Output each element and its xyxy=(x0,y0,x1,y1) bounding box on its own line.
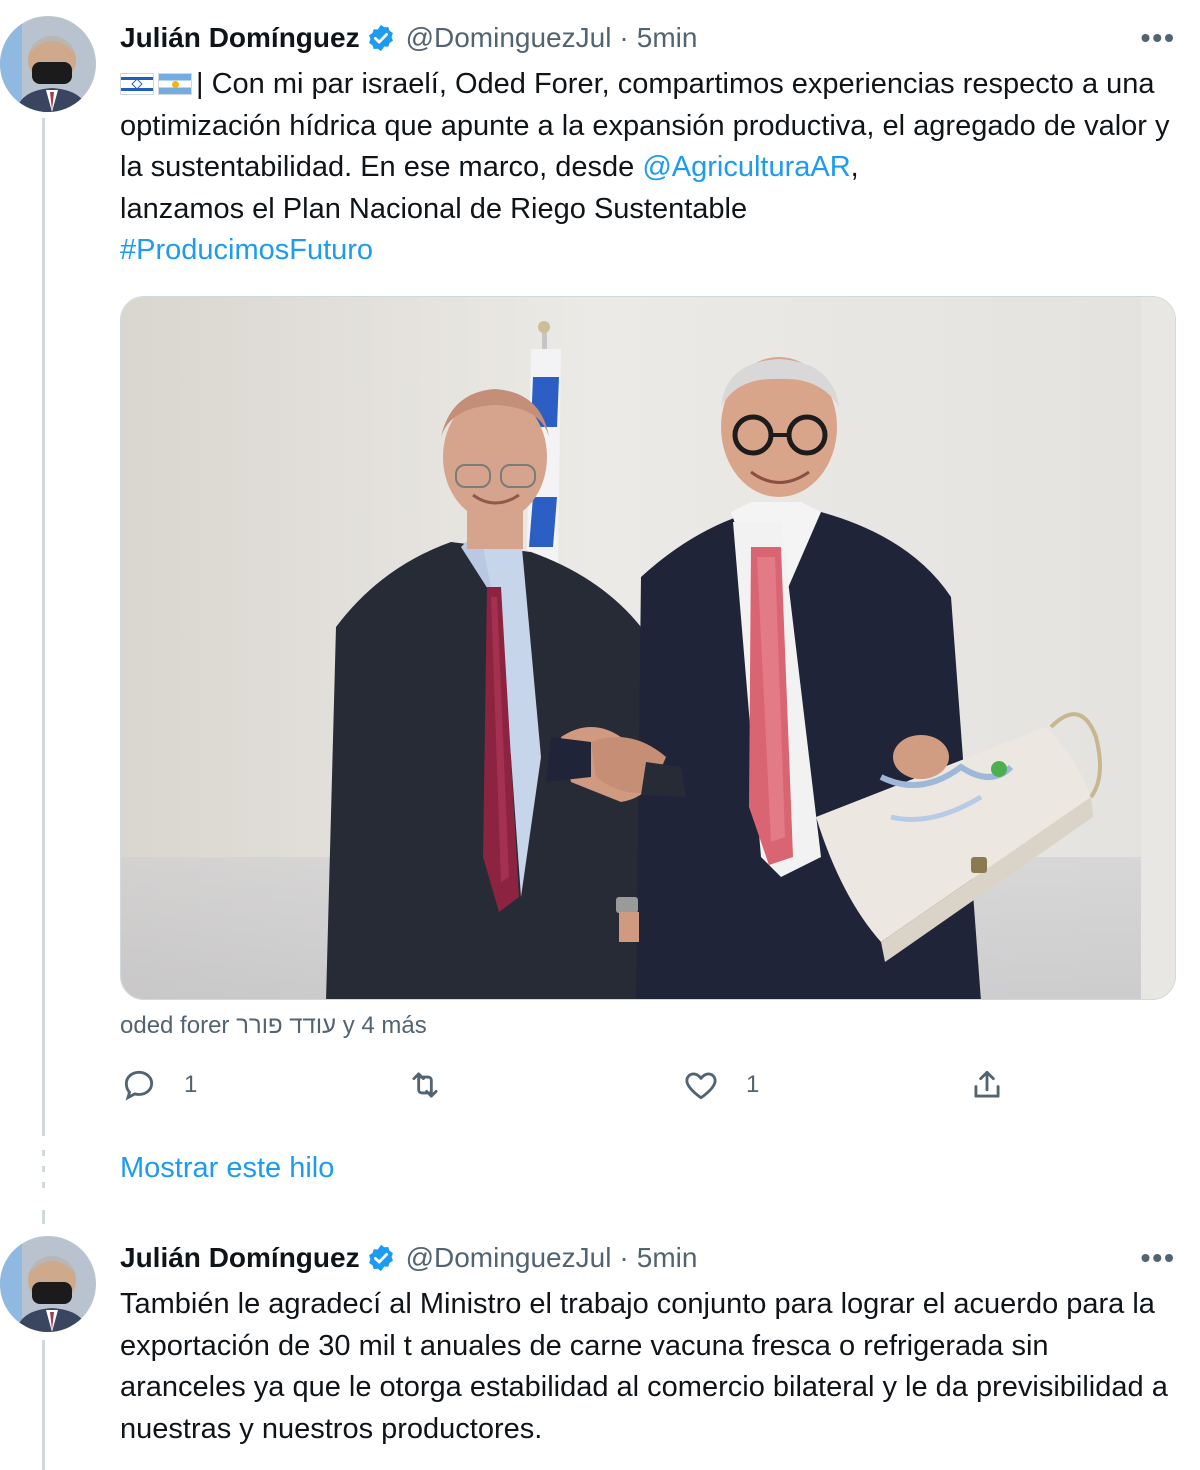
tweet-text-line: lanzamos el Plan Nacional de Riego Suste… xyxy=(120,192,748,225)
hashtag-link[interactable]: #ProducimosFuturo xyxy=(120,234,373,266)
like-count: 1 xyxy=(746,1071,760,1098)
separator: · xyxy=(619,22,629,53)
author-name[interactable]: Julián Domínguez xyxy=(120,22,360,54)
thread-dots xyxy=(42,1150,45,1156)
thread-dots xyxy=(42,1166,45,1172)
tweet-photo[interactable] xyxy=(120,296,1176,1000)
more-dots-icon[interactable]: ••• xyxy=(1141,22,1176,54)
reply-icon xyxy=(124,1070,154,1101)
thread-line xyxy=(42,1210,45,1224)
share-icon xyxy=(974,1070,1000,1098)
reply-button[interactable]: 1 xyxy=(120,1066,197,1104)
show-thread-link[interactable]: Mostrar este hilo xyxy=(120,1152,334,1185)
tweet-header: Julián Domínguez @DominguezJul · 5min xyxy=(120,18,697,58)
verified-badge-icon xyxy=(366,1243,396,1273)
tweet-text: | Con mi par israelí, Oded Forer, compar… xyxy=(120,64,1180,272)
thread-dots xyxy=(42,1182,45,1188)
tagged-users[interactable]: oded forer עודד פורר y 4 más xyxy=(120,1012,427,1040)
timestamp[interactable]: 5min xyxy=(637,22,698,54)
author-handle[interactable]: @DominguezJul xyxy=(406,1242,612,1274)
reply-count: 1 xyxy=(184,1071,198,1098)
retweet-button[interactable] xyxy=(406,1066,470,1104)
tweet-text: También le agradecí al Ministro el traba… xyxy=(120,1288,1168,1445)
separator: · xyxy=(619,1242,629,1273)
author-handle[interactable]: @DominguezJul xyxy=(406,22,612,54)
tweet-header: Julián Domínguez @DominguezJul · 5min xyxy=(120,1238,697,1278)
israel-flag-icon xyxy=(120,73,154,95)
avatar[interactable] xyxy=(0,1236,96,1332)
thread-line xyxy=(42,1340,45,1470)
share-button[interactable] xyxy=(968,1066,1006,1104)
author-name[interactable]: Julián Domínguez xyxy=(120,1242,360,1274)
verified-badge-icon xyxy=(366,23,396,53)
more-dots-icon[interactable]: ••• xyxy=(1141,1242,1176,1274)
tweet-actions: 1 1 xyxy=(120,1066,1020,1116)
avatar[interactable] xyxy=(0,16,96,112)
like-button[interactable]: 1 xyxy=(682,1066,759,1104)
heart-icon xyxy=(685,1072,717,1100)
thread-line xyxy=(42,118,45,1136)
timestamp[interactable]: 5min xyxy=(637,1242,698,1274)
retweet-icon xyxy=(412,1072,438,1098)
mention-link[interactable]: @AgriculturaAR xyxy=(642,151,850,183)
argentina-flag-icon xyxy=(158,73,192,95)
tweet-text-comma: , xyxy=(850,151,859,183)
